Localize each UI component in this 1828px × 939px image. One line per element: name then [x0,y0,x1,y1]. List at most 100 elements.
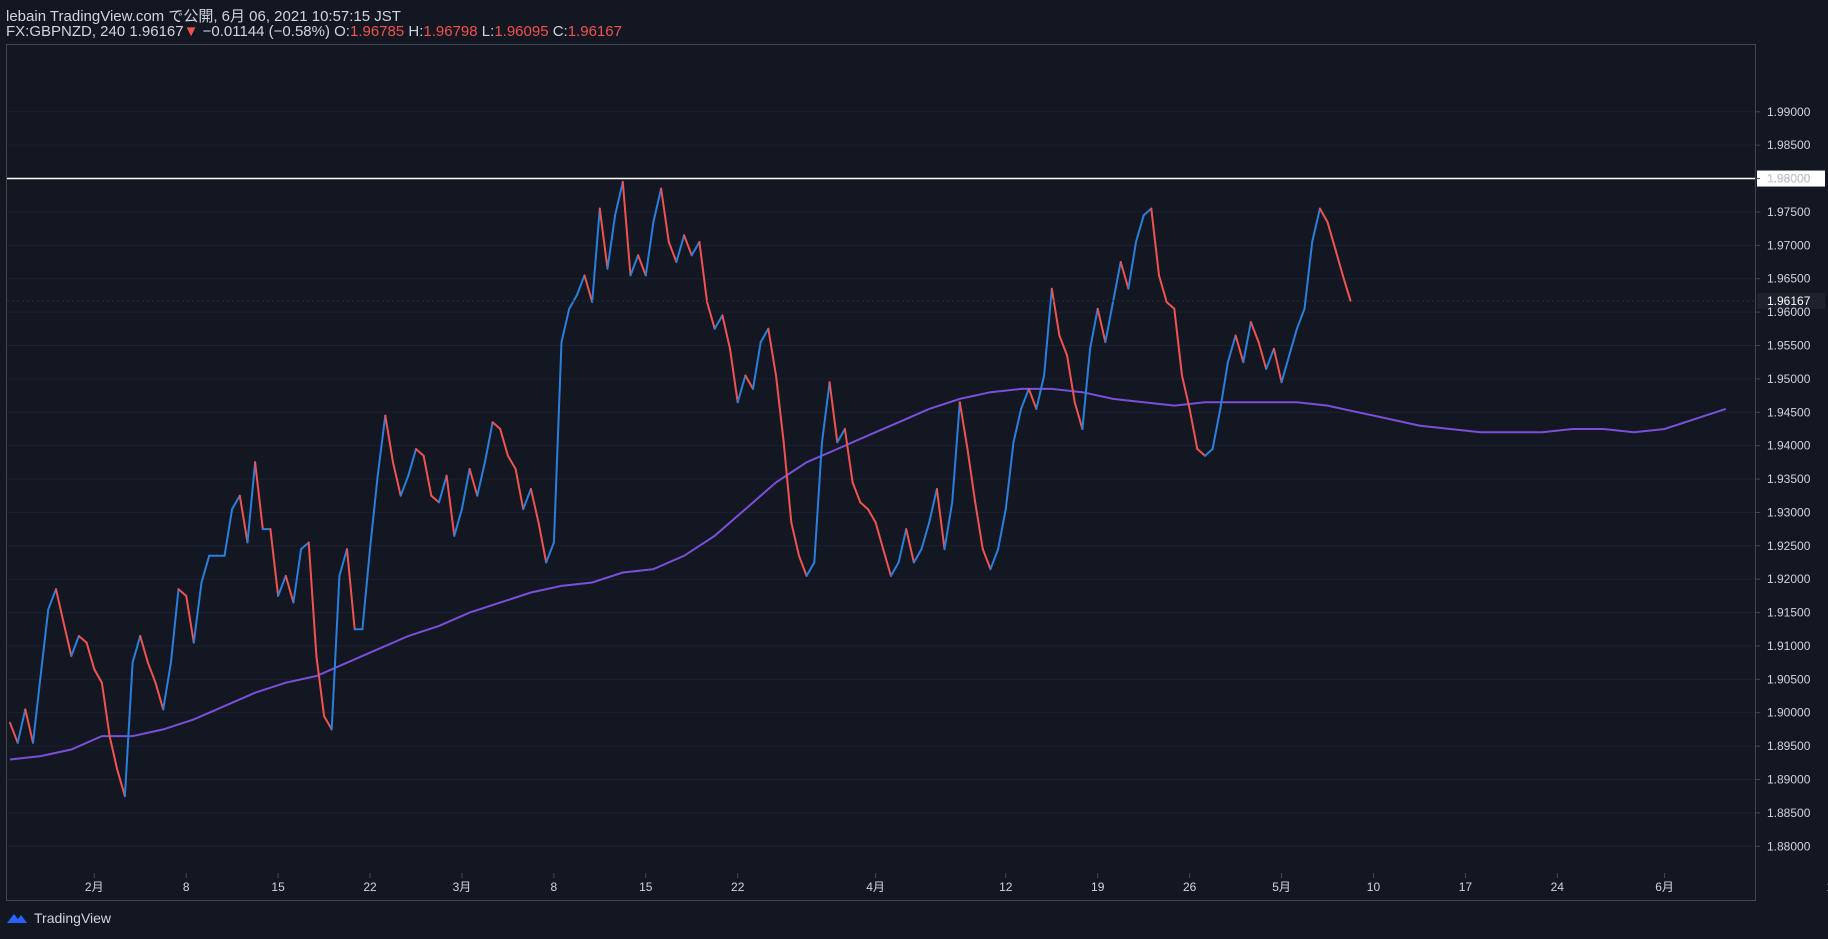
price-segment [1226,334,1237,364]
price-segment [468,468,479,497]
y-tick-label: 1.88000 [1767,839,1811,853]
price-segment [805,561,816,577]
x-tick-label: 4月 [866,880,885,894]
price-segment [744,374,754,390]
price-segment [1027,387,1038,410]
price-segment [752,341,762,390]
y-tick-label: 1.89000 [1767,773,1811,787]
price-segment [1043,287,1053,377]
price-segment [912,548,923,564]
price-segment [1288,327,1298,357]
price-segment [1211,407,1222,450]
price-segment [583,274,594,304]
price-segment [1318,207,1329,223]
price-segment [660,187,670,243]
price-segment [1165,301,1176,310]
price-segment [813,441,823,564]
x-tick-label: 15 [271,880,285,894]
x-tick-label: 8 [551,880,558,894]
price-segment [721,314,731,350]
brand-label: TradingView [34,910,112,926]
price-segment [736,374,747,404]
price-segment [315,655,326,718]
price-segment [1280,354,1291,384]
price-segment [958,401,969,450]
price-segment [269,528,280,597]
price-segment [920,521,931,551]
price-segment [430,494,440,504]
price-segment [323,715,333,731]
price-segment [62,621,73,657]
y-tick-label: 1.99000 [1767,105,1811,119]
price-segment [177,588,188,597]
price-segment [1158,274,1168,304]
price-segment [445,474,456,537]
y-tick-label: 1.96000 [1767,305,1811,319]
price-segment [506,454,517,470]
price-segment [453,508,463,537]
price-segment [139,635,149,664]
price-segment [943,501,954,551]
price-segment [1104,301,1114,344]
x-tick-label: 5月 [1272,880,1291,894]
y-tick-label: 1.90000 [1767,706,1811,720]
y-tick-label: 1.95500 [1767,338,1811,352]
y-tick-label: 1.97500 [1767,205,1811,219]
price-segment [246,461,257,544]
price-segment [974,501,984,551]
price-chart[interactable]: 1.980001.96167 1.990001.985001.980001.97… [0,0,1828,910]
price-segment [782,441,793,524]
y-tick-label: 1.98000 [1767,172,1811,186]
price-segment [346,548,356,631]
price-segment [1303,241,1314,310]
price-segment [415,448,425,457]
price-segment [1326,221,1337,250]
price-segment [39,608,50,677]
price-segment [1119,261,1130,290]
x-tick-label: 2月 [85,880,104,894]
price-segment [361,548,371,631]
price-segment [292,548,303,604]
price-segment [790,521,800,557]
price-segment [675,234,686,263]
price-segment [116,768,126,798]
price-segment [568,294,578,310]
y-tick-label: 1.95000 [1767,372,1811,386]
price-segment [1242,321,1252,364]
price-segment [529,488,540,524]
price-segment [1012,407,1023,444]
price-segment [652,187,663,223]
price-segment [928,488,938,524]
x-tick-label: 10 [1367,880,1381,894]
price-segment [997,508,1007,551]
x-tick-label: 22 [731,880,745,894]
y-tick-label: 1.94000 [1767,439,1811,453]
price-segment [200,554,211,584]
y-tick-label: 1.91500 [1767,606,1811,620]
price-segment [100,681,111,738]
price-segment [767,327,777,377]
price-segment [759,327,770,344]
tradingview-footer[interactable]: TradingView [6,910,111,926]
price-segment [1089,307,1099,350]
moving-average-line [9,387,1727,761]
y-tick-label: 1.90500 [1767,672,1811,686]
price-segment [254,461,264,531]
price-segment [1188,407,1199,450]
x-tick-label: 19 [1091,880,1105,894]
price-segment [47,588,57,611]
price-segment [1035,374,1046,410]
price-segment [1135,214,1145,243]
price-segment [338,548,348,577]
y-tick-label: 1.92000 [1767,572,1811,586]
price-segment [1112,261,1122,304]
price-segment [560,307,571,344]
y-tick-label: 1.98500 [1767,138,1811,152]
price-segment [843,428,854,484]
y-tick-label: 1.89500 [1767,739,1811,753]
price-segment [1073,401,1084,430]
price-segment [514,468,525,511]
price-segment [1096,307,1107,344]
price-segment [1004,441,1015,511]
price-segment [1081,347,1092,430]
